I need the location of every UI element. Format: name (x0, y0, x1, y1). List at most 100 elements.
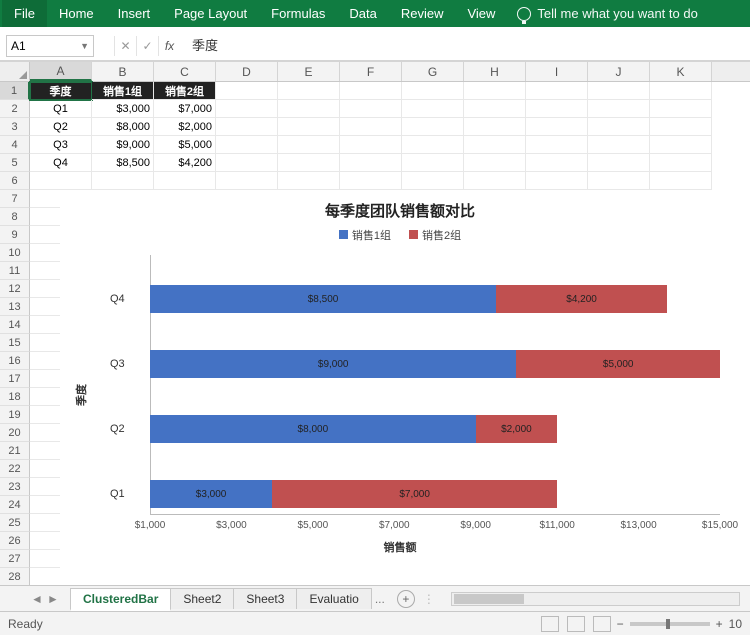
row-10[interactable]: 10 (0, 244, 30, 262)
cell[interactable] (278, 100, 340, 118)
cell[interactable] (340, 100, 402, 118)
name-box[interactable]: A1 ▼ (6, 35, 94, 57)
cell[interactable] (464, 172, 526, 190)
cell[interactable] (216, 118, 278, 136)
cell[interactable] (216, 172, 278, 190)
col-C[interactable]: C (154, 62, 216, 81)
cell[interactable]: $9,000 (92, 136, 154, 154)
scrollbar-thumb[interactable] (454, 594, 524, 604)
formula-input[interactable]: 季度 (186, 35, 750, 57)
cell[interactable] (526, 154, 588, 172)
tab-page-layout[interactable]: Page Layout (162, 0, 259, 27)
sheet-tab-sheet3[interactable]: Sheet3 (233, 588, 297, 609)
embedded-chart[interactable]: 每季度团队销售额对比 销售1组 销售2组 季度 $1,000$3,000$5,0… (60, 190, 740, 585)
cell[interactable]: 销售2组 (154, 82, 216, 100)
sheet-tab-sheet2[interactable]: Sheet2 (170, 588, 234, 609)
row-18[interactable]: 18 (0, 388, 30, 406)
fx-icon[interactable]: fx (158, 36, 180, 56)
row-19[interactable]: 19 (0, 406, 30, 424)
cell[interactable] (340, 136, 402, 154)
cell[interactable] (588, 82, 650, 100)
col-G[interactable]: G (402, 62, 464, 81)
cell[interactable] (278, 136, 340, 154)
zoom-in-button[interactable]: + (716, 617, 723, 631)
row-16[interactable]: 16 (0, 352, 30, 370)
col-J[interactable]: J (588, 62, 650, 81)
cell[interactable] (464, 136, 526, 154)
cell[interactable] (526, 136, 588, 154)
row-8[interactable]: 8 (0, 208, 30, 226)
sheet-nav-prev-icon[interactable]: ◄ (30, 592, 44, 606)
tab-data[interactable]: Data (337, 0, 388, 27)
cell[interactable] (464, 100, 526, 118)
cell[interactable] (526, 172, 588, 190)
cell[interactable] (650, 154, 712, 172)
cell[interactable] (464, 118, 526, 136)
cancel-icon[interactable]: ✕ (114, 36, 136, 56)
cell[interactable] (216, 136, 278, 154)
row-1[interactable]: 1 (0, 82, 30, 100)
cell[interactable]: 销售1组 (92, 82, 154, 100)
cell[interactable] (650, 136, 712, 154)
cell[interactable] (340, 154, 402, 172)
cell[interactable]: $5,000 (154, 136, 216, 154)
cell[interactable] (340, 118, 402, 136)
cell[interactable] (526, 100, 588, 118)
col-E[interactable]: E (278, 62, 340, 81)
row-13[interactable]: 13 (0, 298, 30, 316)
confirm-icon[interactable]: ✓ (136, 36, 158, 56)
row-5[interactable]: 5 (0, 154, 30, 172)
cell[interactable] (402, 100, 464, 118)
cell[interactable] (650, 118, 712, 136)
cell[interactable] (340, 82, 402, 100)
row-27[interactable]: 27 (0, 550, 30, 568)
tab-file[interactable]: File (2, 0, 47, 27)
row-2[interactable]: 2 (0, 100, 30, 118)
row-7[interactable]: 7 (0, 190, 30, 208)
cell[interactable] (402, 172, 464, 190)
cells-area[interactable]: 季度销售1组销售2组Q1$3,000$7,000Q2$8,000$2,000Q3… (30, 82, 750, 585)
cell[interactable] (278, 172, 340, 190)
cell[interactable] (464, 82, 526, 100)
tab-formulas[interactable]: Formulas (259, 0, 337, 27)
add-sheet-button[interactable]: + (397, 590, 415, 608)
row-14[interactable]: 14 (0, 316, 30, 334)
cell[interactable] (216, 82, 278, 100)
col-F[interactable]: F (340, 62, 402, 81)
view-page-break-icon[interactable] (593, 616, 611, 632)
cell[interactable] (216, 154, 278, 172)
cell[interactable] (402, 118, 464, 136)
cell[interactable]: $8,500 (92, 154, 154, 172)
cell[interactable]: Q2 (30, 118, 92, 136)
cell[interactable] (588, 154, 650, 172)
cell[interactable] (526, 118, 588, 136)
cell[interactable]: $3,000 (92, 100, 154, 118)
row-28[interactable]: 28 (0, 568, 30, 585)
cell[interactable] (526, 82, 588, 100)
cell[interactable] (154, 172, 216, 190)
sheet-nav-next-icon[interactable]: ► (46, 592, 60, 606)
col-B[interactable]: B (92, 62, 154, 81)
sheet-tabs-overflow[interactable]: ... (371, 592, 389, 606)
cell[interactable] (216, 100, 278, 118)
tab-review[interactable]: Review (389, 0, 456, 27)
col-A[interactable]: A (30, 62, 92, 81)
cell[interactable]: $2,000 (154, 118, 216, 136)
zoom-out-button[interactable]: − (617, 617, 624, 631)
row-23[interactable]: 23 (0, 478, 30, 496)
row-26[interactable]: 26 (0, 532, 30, 550)
row-22[interactable]: 22 (0, 460, 30, 478)
tab-insert[interactable]: Insert (106, 0, 163, 27)
cell[interactable] (278, 154, 340, 172)
cell[interactable] (278, 82, 340, 100)
row-6[interactable]: 6 (0, 172, 30, 190)
tab-home[interactable]: Home (47, 0, 106, 27)
row-12[interactable]: 12 (0, 280, 30, 298)
cell[interactable] (340, 172, 402, 190)
cell[interactable]: Q3 (30, 136, 92, 154)
col-H[interactable]: H (464, 62, 526, 81)
cell[interactable] (402, 154, 464, 172)
select-all-corner[interactable] (0, 62, 30, 81)
row-24[interactable]: 24 (0, 496, 30, 514)
sheet-tab-clusteredbar[interactable]: ClusteredBar (70, 588, 171, 611)
